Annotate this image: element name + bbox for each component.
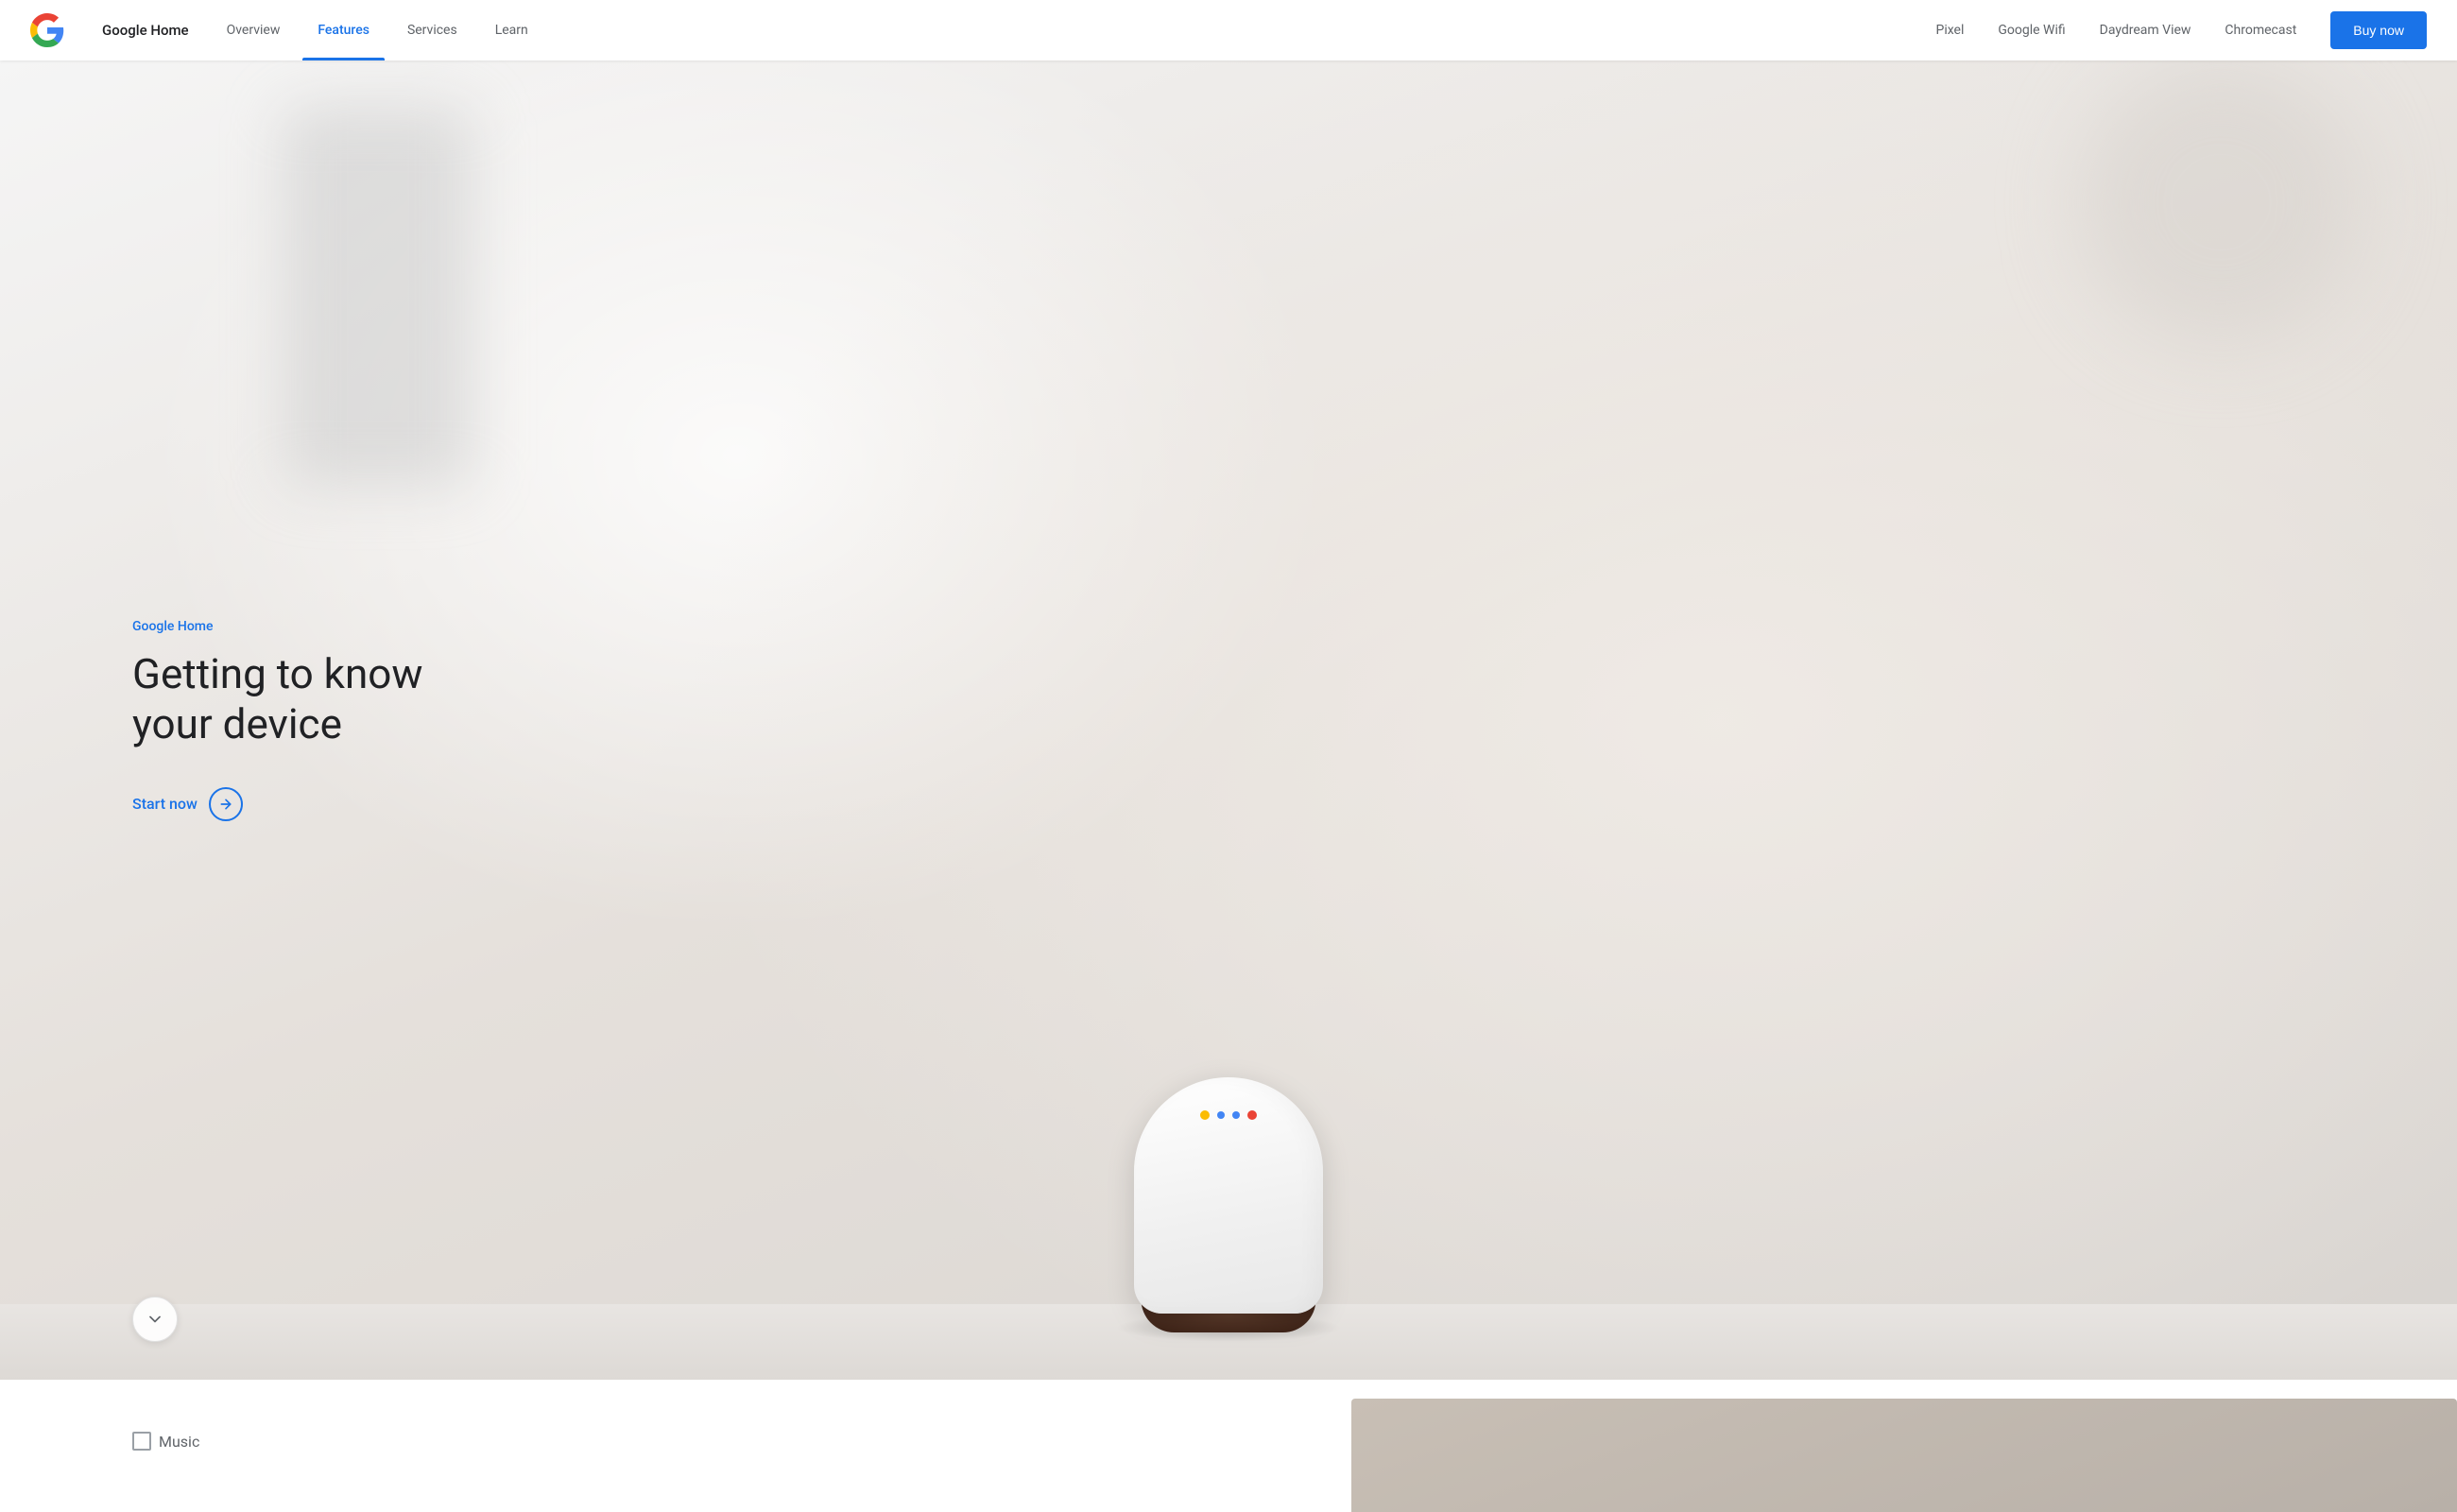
nav-item-learn[interactable]: Learn: [480, 0, 543, 60]
nav-item-features[interactable]: Features: [302, 0, 385, 60]
arrow-circle-icon: [209, 787, 243, 821]
below-hero-section: Music: [0, 1380, 2457, 1503]
music-label-text: Music: [159, 1433, 199, 1451]
led-yellow: [1200, 1110, 1210, 1120]
led-red: [1247, 1110, 1257, 1120]
start-now-link[interactable]: Start now: [132, 787, 454, 821]
nav-item-daydream-view[interactable]: Daydream View: [2085, 0, 2207, 60]
led-blue: [1217, 1111, 1225, 1119]
nav-item-chromecast[interactable]: Chromecast: [2209, 0, 2311, 60]
bottom-right-image: [1351, 1399, 2457, 1512]
hero-content: Google Home Getting to know your device …: [0, 619, 454, 821]
nav-item-overview[interactable]: Overview: [212, 0, 296, 60]
hero-label: Google Home: [132, 619, 454, 634]
bg-blur-left: [284, 108, 472, 486]
music-checkbox-icon: [132, 1432, 151, 1451]
hero-title: Getting to know your device: [132, 649, 454, 749]
bg-blur-right: [2079, 60, 2362, 344]
bottom-image-inner: [1351, 1399, 2457, 1512]
music-item[interactable]: Music: [132, 1408, 199, 1474]
device-illustration: [1068, 1021, 1389, 1380]
buy-now-button[interactable]: Buy now: [2330, 11, 2427, 49]
nav-item-pixel[interactable]: Pixel: [1920, 0, 1979, 60]
device-body: [1134, 1077, 1323, 1314]
google-logo[interactable]: [30, 13, 64, 47]
google-home-device: [1125, 1021, 1332, 1380]
start-now-label: Start now: [132, 795, 198, 813]
nav-item-google-wifi[interactable]: Google Wifi: [1983, 0, 2080, 60]
chevron-down-icon: [146, 1310, 164, 1329]
hero-section: Google Home Getting to know your device …: [0, 60, 2457, 1380]
scroll-down-button[interactable]: [132, 1297, 178, 1342]
nav-item-services[interactable]: Services: [392, 0, 472, 60]
led-blue-2: [1232, 1111, 1240, 1119]
navigation: Google Home Overview Features Services L…: [0, 0, 2457, 60]
nav-left: Google Home Overview Features Services L…: [87, 0, 543, 60]
device-leds: [1200, 1110, 1257, 1120]
nav-right: Pixel Google Wifi Daydream View Chromeca…: [1920, 0, 2427, 60]
nav-brand[interactable]: Google Home: [87, 0, 204, 60]
